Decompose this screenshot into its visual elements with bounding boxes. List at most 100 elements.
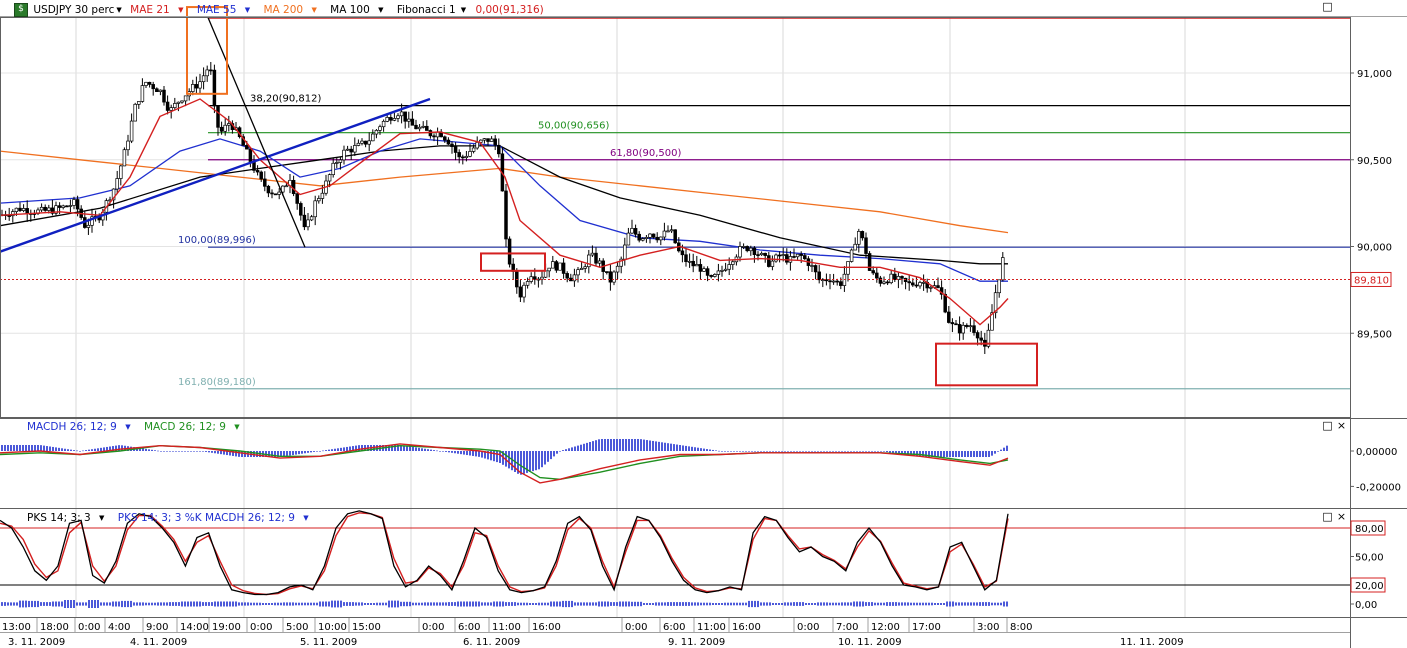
chart-app-icon[interactable]: $ [14, 3, 28, 17]
dropdown-arrow-icon[interactable]: ▼ [461, 6, 466, 14]
candle-body[interactable] [522, 284, 526, 298]
candle-body[interactable] [259, 171, 263, 180]
candle-body[interactable] [205, 69, 209, 77]
candle-body[interactable] [360, 140, 364, 144]
maximize-button[interactable]: □ [1322, 1, 1333, 13]
close-button[interactable]: × [1336, 511, 1347, 523]
candle-body[interactable] [540, 276, 544, 280]
candle-body[interactable] [1001, 257, 1005, 281]
candle-body[interactable] [752, 247, 757, 255]
candle-body[interactable] [378, 126, 382, 131]
candle-body[interactable] [950, 322, 955, 325]
candle-body[interactable] [371, 133, 375, 142]
candle-body[interactable] [43, 206, 47, 211]
candle-body[interactable] [763, 252, 767, 256]
candle-body[interactable] [493, 138, 497, 146]
candle-body[interactable] [504, 190, 508, 240]
candle-body[interactable] [871, 270, 875, 274]
candle-body[interactable] [590, 252, 595, 256]
candle-body[interactable] [313, 200, 317, 218]
candle-body[interactable] [673, 229, 677, 244]
candle-body[interactable] [889, 273, 893, 284]
indicator-ma100[interactable]: MA 100 ▼ [330, 4, 388, 16]
indicator-pks[interactable]: PKS 14; 3; 3 ▼ [27, 512, 109, 524]
candle-body[interactable] [119, 165, 123, 179]
candle-body[interactable] [795, 253, 800, 258]
candle-body[interactable] [961, 324, 965, 334]
dropdown-arrow-icon[interactable]: ▼ [303, 514, 308, 522]
candle-body[interactable] [133, 103, 137, 122]
candle-body[interactable] [75, 199, 80, 210]
candle-body[interactable] [14, 207, 19, 212]
candle-body[interactable] [342, 149, 346, 161]
dropdown-arrow-icon[interactable]: ▼ [99, 514, 104, 522]
highlight-box[interactable] [935, 342, 1038, 387]
candle-body[interactable] [374, 130, 379, 135]
candle-body[interactable] [356, 142, 361, 146]
candle-body[interactable] [756, 254, 760, 256]
candle-body[interactable] [219, 126, 224, 132]
indicator-macd[interactable]: MACD 26; 12; 9 ▼ [144, 421, 245, 433]
candle-body[interactable] [173, 103, 177, 108]
candle-body[interactable] [731, 261, 735, 265]
candle-body[interactable] [543, 270, 548, 278]
candle-body[interactable] [774, 254, 778, 262]
candle-body[interactable] [471, 147, 476, 152]
candle-body[interactable] [126, 140, 130, 151]
candle-body[interactable] [518, 286, 523, 298]
candle-body[interactable] [7, 215, 11, 217]
candle-body[interactable] [936, 285, 940, 288]
candle-body[interactable] [367, 140, 371, 145]
candle-body[interactable] [630, 228, 634, 234]
candle-body[interactable] [191, 84, 195, 92]
candle-body[interactable] [432, 135, 436, 138]
candle-body[interactable] [115, 178, 119, 190]
maximize-button[interactable]: □ [1322, 511, 1333, 523]
candle-body[interactable] [309, 216, 314, 221]
dropdown-arrow-icon[interactable]: ▼ [125, 423, 130, 431]
candle-body[interactable] [180, 100, 184, 103]
candle-body[interactable] [943, 293, 947, 313]
candle-body[interactable] [702, 268, 706, 272]
candle-body[interactable] [839, 281, 843, 286]
candle-body[interactable] [687, 260, 692, 263]
candle-body[interactable] [716, 270, 721, 275]
candle-body[interactable] [255, 170, 260, 173]
candle-body[interactable] [759, 252, 764, 256]
candle-body[interactable] [533, 276, 537, 280]
candle-body[interactable] [468, 151, 472, 157]
candle-body[interactable] [461, 156, 465, 159]
candle-body[interactable] [554, 261, 559, 271]
candle-body[interactable] [407, 118, 411, 122]
candle-body[interactable] [749, 247, 753, 252]
candle-body[interactable] [893, 273, 897, 280]
dropdown-arrow-icon[interactable]: ▼ [378, 6, 383, 14]
candle-body[interactable] [65, 205, 69, 208]
candle-body[interactable] [972, 325, 976, 333]
candle-body[interactable] [644, 237, 649, 239]
candle-body[interactable] [695, 264, 699, 267]
dropdown-arrow-icon[interactable]: ▼ [178, 6, 183, 14]
trendline[interactable] [0, 97, 431, 253]
candle-body[interactable] [828, 280, 832, 283]
candle-body[interactable] [975, 332, 980, 339]
indicator-mae21[interactable]: MAE 21 ▼ [130, 4, 188, 16]
candle-body[interactable] [659, 236, 663, 241]
candle-body[interactable] [277, 191, 281, 195]
candle-body[interactable] [921, 281, 926, 284]
candle-body[interactable] [389, 117, 393, 121]
candle-body[interactable] [21, 208, 26, 211]
candle-body[interactable] [61, 205, 65, 208]
candle-body[interactable] [655, 236, 659, 241]
candle-body[interactable] [302, 214, 307, 228]
candle-body[interactable] [705, 268, 710, 276]
candle-body[interactable] [885, 281, 890, 284]
candle-body[interactable] [396, 115, 400, 119]
candle-body[interactable] [227, 123, 231, 126]
candle-body[interactable] [299, 203, 303, 216]
price-pane[interactable]: 38,20(90,812) 50,00(90,656) 61,80(90,500) 1… [0, 6, 1350, 390]
candle-body[interactable] [349, 148, 353, 153]
candle-body[interactable] [723, 268, 728, 271]
candle-body[interactable] [929, 286, 933, 289]
candle-body[interactable] [558, 262, 562, 271]
